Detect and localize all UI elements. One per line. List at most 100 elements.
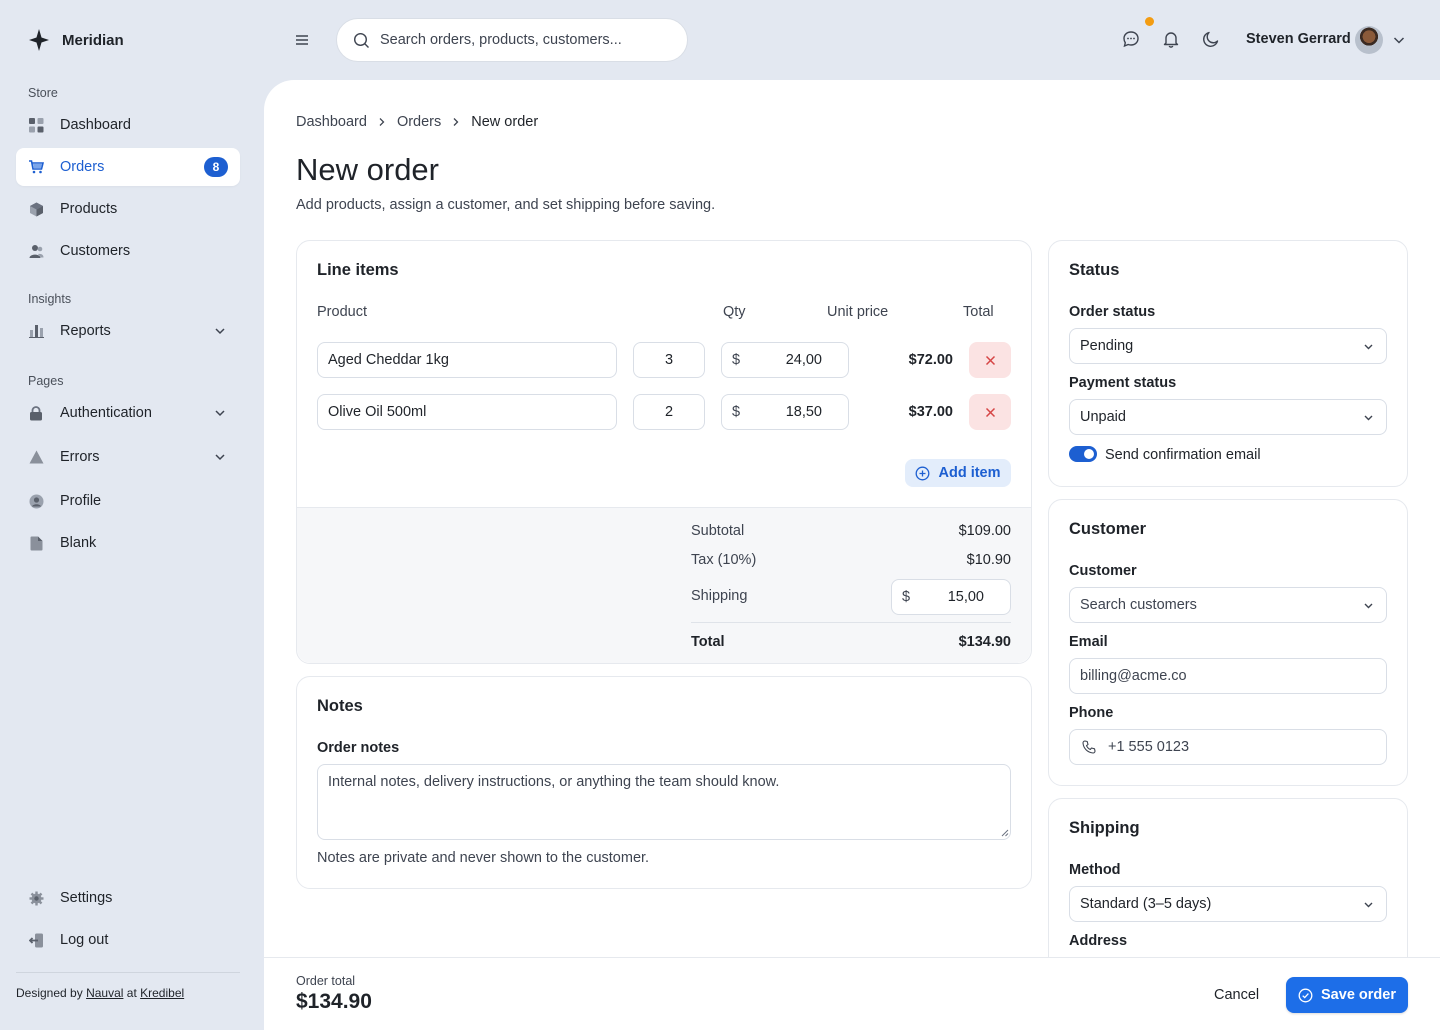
main-content: Dashboard Orders New order New order Add… (264, 80, 1440, 1030)
gear-icon (28, 890, 44, 906)
breadcrumb-orders[interactable]: Orders (397, 114, 441, 130)
sidebar-item-products[interactable]: Products (16, 190, 240, 228)
chevron-down-icon[interactable] (1393, 34, 1405, 46)
user-name[interactable]: Steven Gerrard (1246, 31, 1351, 47)
unit-price-input[interactable]: $ 24,00 (721, 342, 849, 378)
confirmation-email-toggle[interactable] (1069, 446, 1097, 462)
search-bar[interactable] (336, 18, 688, 62)
remove-item-button[interactable] (969, 394, 1011, 430)
cancel-button[interactable]: Cancel (1214, 987, 1259, 1003)
add-item-label: Add item (938, 465, 1001, 481)
bell-icon[interactable] (1162, 30, 1180, 48)
hamburger-menu-icon[interactable] (294, 33, 310, 47)
total-label: Total (691, 634, 725, 650)
column-header-product: Product (317, 304, 367, 320)
sidebar-item-blank[interactable]: Blank (16, 524, 240, 562)
brand[interactable]: Meridian (28, 28, 124, 52)
notes-help-text: Notes are private and never shown to the… (317, 850, 650, 866)
shipping-cost-value: 15,00 (947, 589, 984, 605)
card-title: Line items (317, 261, 399, 279)
chevron-right-icon (379, 118, 385, 126)
shipping-method-select[interactable]: Standard (3–5 days) (1069, 886, 1387, 922)
resize-handle-icon[interactable] (1001, 829, 1009, 837)
payment-status-value: Unpaid (1080, 409, 1126, 425)
user-circle-icon (28, 493, 44, 509)
sidebar-item-profile[interactable]: Profile (16, 482, 240, 520)
phone-field[interactable]: +1 555 0123 (1069, 729, 1387, 765)
confirmation-email-label: Send confirmation email (1105, 447, 1261, 463)
sidebar: Meridian Store Dashboard Orders 8 Produc… (0, 0, 264, 1030)
product-input[interactable]: Olive Oil 500ml (317, 394, 617, 430)
chevron-down-icon (215, 328, 225, 335)
credit-prefix: Designed by (16, 986, 83, 1000)
search-input[interactable] (380, 32, 660, 48)
page-subtitle: Add products, assign a customer, and set… (296, 197, 716, 213)
brand-name: Meridian (62, 31, 124, 49)
add-item-button[interactable]: Add item (905, 459, 1011, 487)
chevron-right-icon (453, 118, 459, 126)
box-icon (28, 201, 44, 217)
unit-price-input[interactable]: $ 18,50 (721, 394, 849, 430)
currency-symbol: $ (732, 404, 741, 420)
sidebar-item-label: Blank (60, 535, 97, 551)
customer-label: Customer (1069, 563, 1137, 579)
users-icon (28, 243, 44, 259)
sidebar-divider (16, 972, 240, 973)
payment-status-select[interactable]: Unpaid (1069, 399, 1387, 435)
sidebar-item-customers[interactable]: Customers (16, 232, 240, 270)
sidebar-item-label: Authentication (60, 405, 152, 421)
avatar[interactable] (1355, 26, 1383, 54)
breadcrumb-dashboard[interactable]: Dashboard (296, 114, 367, 130)
orders-count-badge: 8 (204, 157, 228, 177)
moon-icon[interactable] (1202, 30, 1220, 48)
breadcrumb: Dashboard Orders New order (296, 114, 538, 130)
sidebar-item-settings[interactable]: Settings (16, 879, 240, 917)
footer-credit: Designed by Nauval at Kredibel (16, 986, 184, 1000)
plus-circle-icon (916, 466, 930, 480)
remove-item-button[interactable] (969, 342, 1011, 378)
card-title: Notes (317, 697, 363, 715)
shipping-label: Shipping (691, 588, 748, 604)
section-title-pages: Pages (28, 374, 64, 388)
chat-icon[interactable] (1122, 30, 1140, 48)
qty-input[interactable]: 3 (633, 342, 705, 378)
sidebar-item-orders[interactable]: Orders 8 (16, 148, 240, 186)
chevron-down-icon (1364, 344, 1373, 350)
product-input[interactable]: Aged Cheddar 1kg (317, 342, 617, 378)
sidebar-item-reports[interactable]: Reports (16, 312, 240, 350)
sidebar-item-authentication[interactable]: Authentication (16, 394, 240, 432)
close-icon (985, 355, 995, 365)
credit-company-link[interactable]: Kredibel (140, 986, 184, 1000)
shipping-cost-input[interactable]: $ 15,00 (891, 579, 1011, 615)
save-order-button[interactable]: Save order (1286, 977, 1408, 1013)
sidebar-item-errors[interactable]: Errors (16, 438, 240, 476)
chevron-down-icon (1364, 415, 1373, 421)
sidebar-item-label: Products (60, 201, 118, 217)
sidebar-item-label: Orders (60, 159, 105, 175)
sidebar-item-logout[interactable]: Log out (16, 921, 240, 959)
phone-placeholder: +1 555 0123 (1108, 739, 1190, 755)
sidebar-item-label: Reports (60, 323, 111, 339)
sidebar-item-label: Settings (60, 890, 113, 906)
shipping-method-value: Standard (3–5 days) (1080, 896, 1212, 912)
email-label: Email (1069, 634, 1108, 650)
order-status-label: Order status (1069, 304, 1156, 320)
page-title: New order (296, 152, 439, 187)
customer-select[interactable]: Search customers (1069, 587, 1387, 623)
credit-author-link[interactable]: Nauval (86, 986, 123, 1000)
order-status-select[interactable]: Pending (1069, 328, 1387, 364)
order-notes-textarea[interactable]: Internal notes, delivery instructions, o… (317, 764, 1011, 840)
sidebar-item-dashboard[interactable]: Dashboard (16, 106, 240, 144)
status-card: Status Order status Pending Payment stat… (1048, 240, 1408, 487)
credit-mid: at (126, 986, 137, 1000)
sticky-footer: Order total $134.90 Cancel Save order (264, 957, 1440, 1030)
qty-input[interactable]: 2 (633, 394, 705, 430)
file-icon (28, 535, 44, 551)
save-order-label: Save order (1321, 987, 1396, 1003)
notes-card: Notes Order notes Internal notes, delive… (296, 676, 1032, 889)
line-total: $72.00 (908, 352, 953, 368)
card-title: Status (1069, 261, 1120, 279)
email-field[interactable]: billing@acme.co (1069, 658, 1387, 694)
bar-chart-icon (28, 323, 44, 339)
line-total: $37.00 (908, 404, 953, 420)
